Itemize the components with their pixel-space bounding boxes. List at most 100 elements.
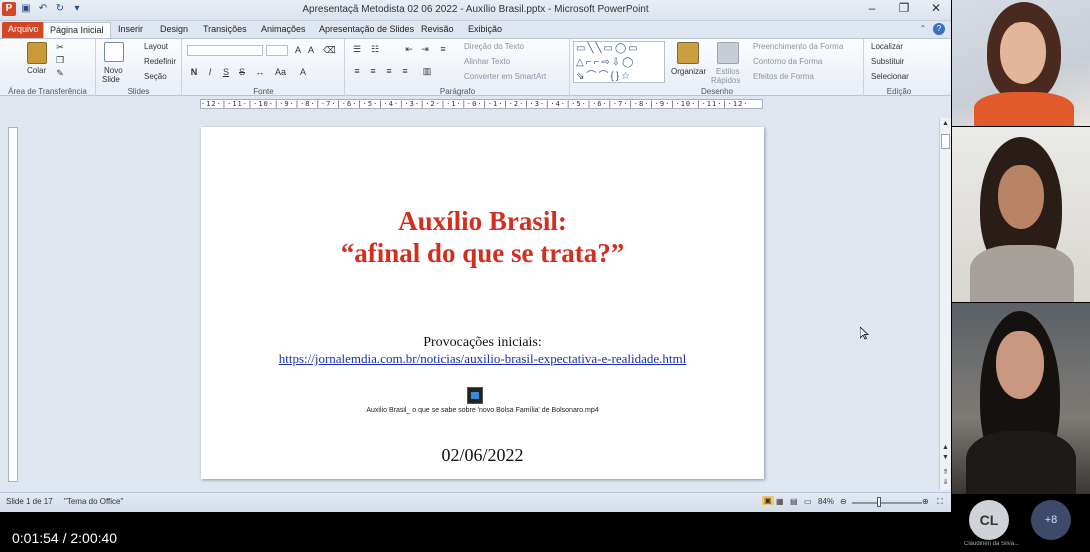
- select-button[interactable]: Selecionar: [871, 72, 909, 81]
- strikethrough-icon[interactable]: S: [237, 67, 247, 77]
- playback-time: 0:01:54 / 2:00:40: [12, 530, 118, 546]
- video-file-label[interactable]: Auxilio Brasil_ o que se sabe sobre 'nov…: [201, 407, 764, 414]
- video-file-icon[interactable]: [467, 387, 483, 404]
- new-slide-button-line2[interactable]: Slide: [102, 75, 120, 84]
- participant-video-2[interactable]: [952, 127, 1090, 302]
- arrange-button[interactable]: Organizar: [671, 67, 706, 76]
- slide-sorter-icon[interactable]: ▦: [776, 497, 784, 506]
- decrease-indent-icon[interactable]: ⇤: [404, 44, 414, 54]
- participant-avatar[interactable]: CL: [969, 500, 1009, 540]
- cut-icon[interactable]: ✂: [55, 42, 65, 52]
- scroll-up-icon[interactable]: ▲: [940, 120, 951, 127]
- columns-icon[interactable]: ▥: [422, 66, 432, 76]
- grow-font-icon[interactable]: A: [293, 45, 303, 55]
- bold-icon[interactable]: N: [189, 67, 199, 77]
- help-icon[interactable]: ?: [933, 23, 945, 35]
- quick-styles-button-line2[interactable]: Rápidos: [711, 76, 740, 85]
- clear-format-icon[interactable]: ⌫: [323, 45, 336, 55]
- shape-outline-button[interactable]: Contorno da Forma: [753, 57, 822, 66]
- line-spacing-icon[interactable]: ≡: [438, 44, 448, 54]
- text-direction-button[interactable]: Direção do Texto: [464, 42, 524, 51]
- quick-styles-button[interactable]: Estilos: [716, 67, 740, 76]
- article-link[interactable]: https://jornalemdia.com.br/noticias/auxi…: [201, 351, 764, 367]
- zoom-out-icon[interactable]: ⊖: [840, 497, 847, 506]
- zoom-slider-knob[interactable]: [877, 497, 881, 507]
- tab-revisao[interactable]: Revisão: [415, 22, 460, 38]
- shape-effects-button[interactable]: Efeitos de Forma: [753, 72, 814, 81]
- group-editing: Localizar Substituir Selecionar Edição: [865, 39, 933, 97]
- underline-icon[interactable]: S: [221, 67, 231, 77]
- shrink-font-icon[interactable]: A: [306, 45, 316, 55]
- scroll-down-page-icon[interactable]: ▼: [940, 454, 951, 461]
- align-left-icon[interactable]: ≡: [352, 66, 362, 76]
- quick-styles-icon[interactable]: [717, 42, 739, 64]
- paste-icon[interactable]: [27, 42, 47, 64]
- participant-video-3[interactable]: [952, 303, 1090, 494]
- layout-button[interactable]: Layout: [144, 42, 168, 51]
- new-slide-button[interactable]: Novo: [104, 66, 123, 75]
- tab-animacoes[interactable]: Animações: [255, 22, 312, 38]
- participant-video-1[interactable]: [952, 0, 1090, 126]
- restore-button[interactable]: ❐: [895, 1, 913, 15]
- shape-fill-button[interactable]: Preenchimento da Forma: [753, 42, 843, 51]
- prev-slide-icon[interactable]: ⇑: [940, 468, 951, 476]
- bullets-icon[interactable]: ☰: [352, 44, 362, 54]
- next-slide-icon[interactable]: ⇓: [940, 478, 951, 486]
- italic-icon[interactable]: I: [205, 67, 215, 77]
- tab-design[interactable]: Design: [154, 22, 194, 38]
- find-button[interactable]: Localizar: [871, 42, 903, 51]
- more-participants-button[interactable]: +8: [1031, 500, 1071, 540]
- section-button[interactable]: Seção: [144, 72, 167, 81]
- group-label: Desenho: [700, 87, 734, 96]
- zoom-in-icon[interactable]: ⊕: [922, 497, 929, 506]
- font-color-icon[interactable]: A: [298, 67, 308, 77]
- font-name-field[interactable]: [187, 45, 263, 56]
- slide-title[interactable]: Auxílio Brasil: “afinal do que se trata?…: [201, 205, 764, 269]
- change-case-icon[interactable]: Aa: [275, 67, 286, 77]
- format-painter-icon[interactable]: ✎: [55, 68, 65, 78]
- increase-indent-icon[interactable]: ⇥: [420, 44, 430, 54]
- minimize-button[interactable]: –: [863, 1, 881, 15]
- vertical-ruler[interactable]: [8, 127, 18, 482]
- minimize-ribbon-icon[interactable]: ⌃: [917, 23, 929, 35]
- vertical-scrollbar[interactable]: ▲ ▲ ▼ ⇑ ⇓: [939, 118, 951, 490]
- tab-apresentacao[interactable]: Apresentação de Slides: [313, 22, 420, 38]
- align-center-icon[interactable]: ≡: [368, 66, 378, 76]
- normal-view-icon[interactable]: ▣: [762, 496, 774, 505]
- participant-face: [998, 165, 1044, 229]
- scroll-thumb[interactable]: [941, 134, 950, 149]
- reading-view-icon[interactable]: ▤: [790, 497, 798, 506]
- font-size-field[interactable]: [266, 45, 288, 56]
- tab-exibicao[interactable]: Exibição: [462, 22, 508, 38]
- horizontal-ruler[interactable]: ·12·|·11·|·10·|·9·|·8·|·7·|·6·|·5·|·4·|·…: [200, 99, 763, 109]
- new-slide-icon[interactable]: [104, 42, 124, 62]
- tab-transicoes[interactable]: Transições: [197, 22, 253, 38]
- convert-smartart-button[interactable]: Converter em SmartArt: [464, 72, 546, 81]
- slide-canvas[interactable]: Auxílio Brasil: “afinal do que se trata?…: [201, 127, 764, 479]
- tab-arquivo[interactable]: Arquivo: [2, 22, 45, 38]
- slide-counter: Slide 1 de 17: [6, 497, 53, 506]
- reset-button[interactable]: Redefinir: [144, 57, 176, 66]
- group-slides: Novo Slide Layout Redefinir Seção Slides: [96, 39, 182, 97]
- align-right-icon[interactable]: ≡: [384, 66, 394, 76]
- arrange-icon[interactable]: [677, 42, 699, 64]
- char-spacing-icon[interactable]: ↔: [255, 67, 265, 77]
- zoom-level[interactable]: 84%: [818, 497, 834, 506]
- group-label: Fonte: [253, 87, 274, 96]
- scroll-up-page-icon[interactable]: ▲: [940, 444, 951, 451]
- shapes-gallery[interactable]: ▭╲╲▭◯▭ △⌐⌐⇨⇩◯ ⇘⌒⌒{}☆: [573, 41, 665, 83]
- player-bar: 0:01:54 / 2:00:40: [0, 512, 1090, 552]
- tab-pagina-inicial[interactable]: Página Inicial: [43, 22, 111, 38]
- copy-icon[interactable]: ❐: [55, 55, 65, 65]
- paste-button[interactable]: Colar: [27, 66, 46, 75]
- fit-to-window-icon[interactable]: ⛶: [937, 497, 943, 507]
- title-bar: P ▣ ↶ ↻ ▾ Apresentaçã Metodista 02 06 20…: [0, 0, 951, 21]
- justify-icon[interactable]: ≡: [400, 66, 410, 76]
- close-button[interactable]: ✕: [927, 1, 945, 15]
- align-text-button[interactable]: Alinhar Texto: [464, 57, 510, 66]
- tab-inserir[interactable]: Inserir: [112, 22, 149, 38]
- zoom-slider[interactable]: [852, 502, 922, 504]
- numbering-icon[interactable]: ☷: [370, 44, 380, 54]
- replace-button[interactable]: Substituir: [871, 57, 904, 66]
- slideshow-icon[interactable]: ▭: [804, 497, 812, 506]
